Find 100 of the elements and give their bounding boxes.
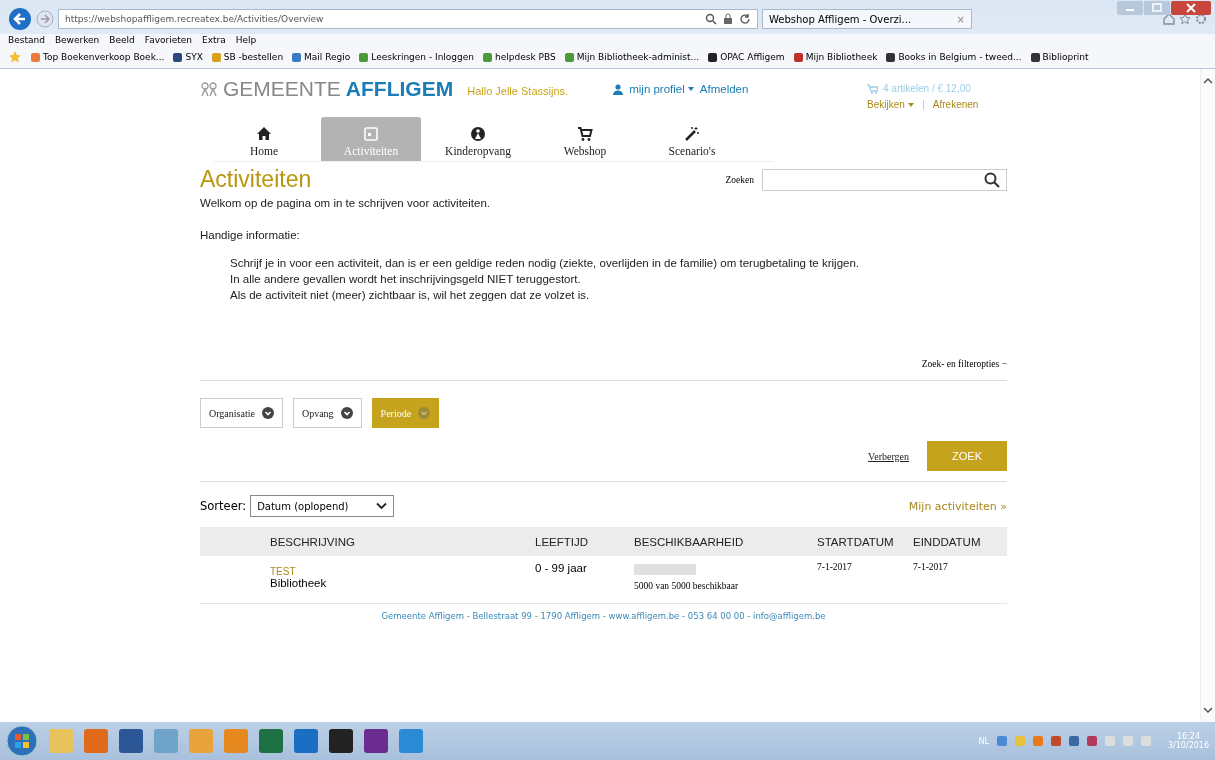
favorite-link[interactable]: Books in Belgium - tweed... <box>886 52 1022 62</box>
refresh-icon <box>739 13 751 25</box>
taskbar-app-icon[interactable] <box>224 729 248 753</box>
menu-item[interactable]: Beeld <box>109 35 135 45</box>
search-icon <box>705 13 717 25</box>
child-icon <box>470 126 486 142</box>
taskbar-app-icon[interactable] <box>154 729 178 753</box>
search-field[interactable] <box>762 168 1007 191</box>
taskbar-app-icon[interactable] <box>294 729 318 753</box>
logo-emblem-icon <box>200 81 218 97</box>
favorite-link[interactable]: Biblioprint <box>1030 52 1089 62</box>
menu-item[interactable]: Bestand <box>8 35 45 45</box>
taskbar-app-icon[interactable] <box>49 729 73 753</box>
sort-label: Sorteer: <box>200 499 247 513</box>
start-button-icon <box>6 725 38 757</box>
calendar-icon <box>363 126 379 142</box>
menu-item[interactable]: Extra <box>202 35 226 45</box>
nav-tab[interactable]: Webshop <box>535 117 635 161</box>
availability-bar <box>634 564 696 575</box>
scrollbar[interactable] <box>1200 69 1215 722</box>
page-title: Activiteiten <box>200 166 312 193</box>
favorite-link[interactable]: Mijn Bibliotheek <box>793 52 878 62</box>
activity-link[interactable]: TEST <box>270 566 535 577</box>
tray-icon[interactable] <box>1068 736 1079 746</box>
address-bar[interactable]: https://webshopaffligem.recreatex.be/Activities/Overview <box>58 9 758 29</box>
chevron-down-icon <box>376 502 388 510</box>
favorites-star-icon <box>8 50 22 64</box>
cart-icon <box>577 126 593 142</box>
logo-text: GEMEENTE <box>223 77 341 101</box>
column-header: EINDDATUM <box>913 535 982 548</box>
browser-tab[interactable]: Webshop Affligem - Overzi... × <box>762 9 972 29</box>
search-icon <box>984 171 1000 188</box>
home-icon <box>1163 13 1175 25</box>
view-cart-link[interactable]: Bekijken <box>867 99 914 110</box>
nav-tab[interactable]: Scenario's <box>642 117 742 161</box>
favorite-link[interactable]: SB -bestellen <box>211 52 284 62</box>
chevron-down-icon <box>261 407 274 419</box>
filter-dropdown-button[interactable]: Organisatie <box>200 398 283 428</box>
close-icon <box>1171 1 1211 15</box>
logout-link[interactable]: Afmelden <box>699 83 749 95</box>
magic-wand-icon <box>684 126 700 142</box>
star-icon <box>1179 13 1191 25</box>
favorite-link[interactable]: Leeskringen - Inloggen <box>359 52 475 62</box>
nav-tab[interactable]: Home <box>214 117 314 161</box>
chevron-down-icon <box>340 407 353 419</box>
taskbar-app-icon[interactable] <box>119 729 143 753</box>
greeting-text: Hallo Jelle Stassijns. <box>467 85 570 97</box>
availability-text: 5000 van 5000 beschikbaar <box>634 581 740 591</box>
menu-item[interactable]: Bewerken <box>54 35 100 45</box>
chevron-down-icon <box>418 407 431 419</box>
welcome-text: Welkom op de pagina om in te schrijven voor activiteiten. <box>200 197 491 209</box>
taskbar-app-icon[interactable] <box>189 729 213 753</box>
table-cell-text: 7-1-2017 <box>913 562 949 574</box>
taskbar-app-icon[interactable] <box>399 729 423 753</box>
favorite-link[interactable]: Mijn Bibliotheek-administ... <box>564 52 700 62</box>
taskbar-app-icon[interactable] <box>259 729 283 753</box>
tray-icon[interactable] <box>1050 736 1061 746</box>
tab-close-button[interactable]: × <box>956 13 965 25</box>
table-cell-text: 7-1-2017 <box>817 562 853 574</box>
taskbar-app-icon[interactable] <box>84 729 108 753</box>
user-icon <box>613 83 624 95</box>
favorite-link[interactable]: Mail Regio <box>292 52 351 62</box>
taskbar-app-icon[interactable] <box>364 729 388 753</box>
info-text: In alle andere gevallen wordt het inschrijvingsgeld NIET teruggestort. <box>230 273 582 285</box>
column-header: LEEFTIJD <box>535 535 590 548</box>
tray-icon[interactable] <box>1032 736 1043 746</box>
search-label: Zoeken <box>725 174 754 185</box>
profile-link[interactable]: mijn profiel <box>629 83 694 95</box>
column-header: BESCHIKBAARHEID <box>634 535 745 548</box>
scroll-up-icon <box>1203 77 1213 85</box>
menu-item[interactable]: Help <box>235 35 257 45</box>
filter-options-link[interactable]: Zoek- en filteropties − <box>921 359 1007 369</box>
column-header: STARTDATUM <box>817 535 895 548</box>
tray-icon[interactable] <box>1086 736 1097 746</box>
menu-item[interactable]: Favorieten <box>144 35 192 45</box>
column-header: BESCHRIJVING <box>269 535 356 548</box>
table-cell-text: 0 - 99 jaar <box>535 562 588 576</box>
info-text: Schrijf je in voor een activiteit, dan is er een geldige reden nodig (ziekte, overlijden in de familie) om terugbetaling te krijgen. <box>230 257 860 269</box>
scroll-down-icon <box>1203 706 1213 714</box>
favorite-link[interactable]: SYX <box>173 52 203 62</box>
favorite-link[interactable]: OPAC Affligem <box>708 52 785 62</box>
activity-location: Bibliotheek <box>270 577 328 589</box>
lock-icon <box>723 13 733 25</box>
logo-text: AFFLIGEM <box>345 77 454 101</box>
info-heading: Handige informatie: <box>200 229 301 241</box>
tab-title: Webshop Affligem - Overzi... <box>769 13 912 25</box>
info-text: Als de activiteit niet (meer) zichtbaar is, wil het zeggen dat ze volzet is. <box>230 289 591 301</box>
settings-icon <box>1195 13 1207 25</box>
my-activities-link[interactable]: Mijn activiteiten » <box>908 499 1007 513</box>
favorite-link[interactable]: helpdesk PBS <box>483 52 556 62</box>
nav-tab[interactable]: Kinderopvang <box>428 117 528 161</box>
taskbar-app-icon[interactable] <box>329 729 353 753</box>
favorite-link[interactable]: Top Boekenverkoop Boek... <box>31 52 165 62</box>
cart-icon <box>867 83 878 94</box>
hide-link[interactable]: Verbergen <box>868 450 909 462</box>
sort-dropdown[interactable]: Datum (oplopend) <box>250 495 395 517</box>
tray-icon[interactable] <box>996 736 1007 746</box>
footer-text: Gemeente Affligem - Bellestraat 99 - 1790 Affligem - www.affligem.be - 053 64 00 00 - info@affligem.be <box>380 611 827 621</box>
checkout-link[interactable]: Afrekenen <box>932 99 979 110</box>
filter-dropdown-button[interactable]: Opvang <box>292 398 362 428</box>
